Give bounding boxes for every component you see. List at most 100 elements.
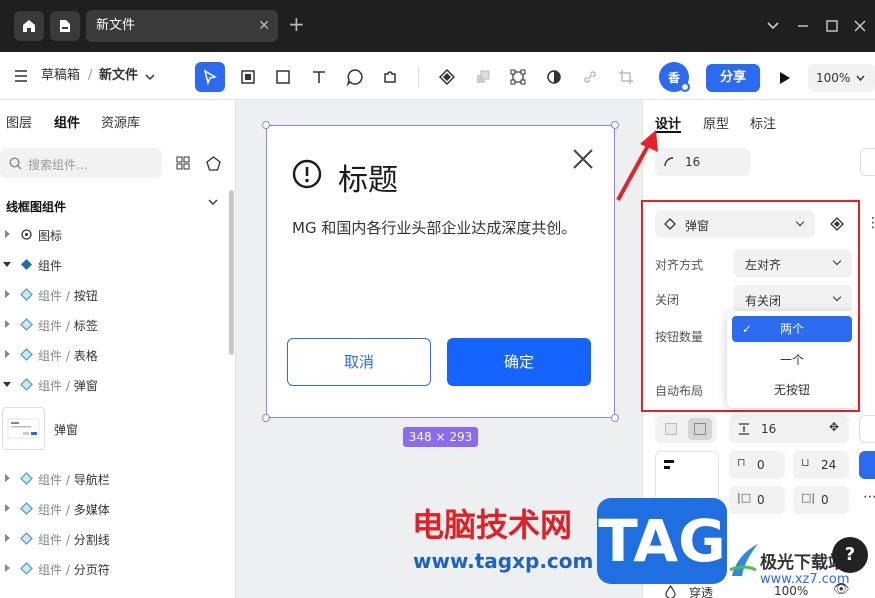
zoom-select[interactable]: 100%	[808, 64, 875, 92]
text-tool[interactable]	[304, 62, 334, 92]
expand-arrow-icon[interactable]	[5, 564, 10, 572]
tree-item-divider[interactable]: 组件 / 分割线	[0, 526, 226, 550]
expand-arrow-icon[interactable]	[5, 534, 10, 542]
new-tab-button[interactable]: +	[288, 12, 305, 36]
tab-components[interactable]: 组件	[54, 112, 80, 131]
expand-arrow-icon[interactable]	[5, 320, 10, 328]
rectangle-tool[interactable]	[268, 62, 298, 92]
home-button[interactable]	[14, 11, 44, 41]
crop-tool[interactable]	[611, 62, 641, 92]
breadcrumb-root[interactable]: 草稿箱	[41, 52, 80, 100]
padding-right-input[interactable]: ⊔ 24	[793, 451, 849, 479]
files-button[interactable]	[50, 11, 80, 41]
file-menu-button[interactable]	[145, 70, 155, 84]
component-icon	[19, 257, 33, 271]
link-tool[interactable]	[575, 62, 605, 92]
layout-direction-toggle[interactable]	[655, 415, 717, 443]
corner-radius-input[interactable]: 16	[655, 148, 750, 176]
tree-item-media[interactable]: 组件 / 多媒体	[0, 496, 226, 520]
close-tab-icon[interactable]: ✕	[258, 10, 270, 42]
grid-view-button[interactable]	[174, 154, 192, 172]
layout-vertical-icon[interactable]	[688, 418, 712, 440]
expand-arrow-icon[interactable]	[5, 504, 10, 512]
tab-annotate[interactable]: 标注	[750, 113, 776, 132]
tree-item-buttons[interactable]: 组件 / 按钮	[0, 282, 226, 306]
mask-tool[interactable]	[539, 62, 569, 92]
library-button[interactable]	[204, 154, 222, 172]
gap-value: 16	[761, 422, 777, 436]
tree-item-icons[interactable]: 图标	[0, 222, 226, 246]
menu-item-none[interactable]: 无按钮	[732, 377, 852, 403]
left-panel-scrollbar[interactable]	[229, 190, 234, 355]
component-tool[interactable]	[432, 62, 462, 92]
maximize-button[interactable]	[822, 14, 842, 38]
popup-ok-button[interactable]: 确定	[447, 338, 591, 386]
tree-item-prefix: 组件 /	[38, 533, 74, 547]
padding-bottom-icon: □|	[801, 491, 816, 504]
expand-arrow-icon[interactable]	[5, 290, 10, 298]
independent-corners-button[interactable]	[860, 148, 875, 176]
padding-bottom-input[interactable]: □| 0	[793, 486, 849, 514]
chevron-down-icon[interactable]	[208, 198, 218, 206]
tree-item-tables[interactable]: 组件 / 表格	[0, 342, 226, 366]
expand-arrow-icon[interactable]	[5, 230, 10, 238]
transform-tool[interactable]	[503, 62, 533, 92]
boolean-icon	[477, 70, 490, 83]
document-tab[interactable]: 新文件 ✕	[86, 10, 278, 42]
corner-radius-value: 16	[685, 155, 701, 169]
files-icon	[60, 20, 70, 32]
resize-handle[interactable]	[611, 414, 619, 422]
close-window-button[interactable]	[850, 14, 870, 38]
tree-item-navbar[interactable]: 组件 / 导航栏	[0, 466, 226, 490]
tab-layers[interactable]: 图层	[6, 112, 32, 131]
play-button[interactable]	[772, 66, 796, 90]
close-icon[interactable]	[572, 148, 594, 170]
padding-top-input[interactable]: ⊓ 0	[729, 451, 785, 479]
tab-prototype[interactable]: 原型	[703, 113, 729, 132]
tree-item-pagebreak[interactable]: 组件 / 分页符	[0, 556, 226, 580]
tree-item-popups[interactable]: 组件 / 弹窗	[0, 372, 226, 396]
gap-input[interactable]: 16 ✥	[729, 415, 849, 443]
spacing-mode-icon[interactable]: ✥	[829, 420, 839, 434]
menu-item-two[interactable]: ✓ 两个	[732, 316, 852, 342]
tab-assets[interactable]: 资源库	[101, 112, 140, 131]
layout-horizontal-icon[interactable]	[665, 423, 677, 435]
chevron-down-icon	[145, 74, 155, 81]
component-thumbnail-row[interactable]: 弹窗	[0, 405, 226, 453]
more-icon[interactable]: ⋯	[863, 489, 875, 505]
collapse-arrow-icon[interactable]	[3, 262, 11, 267]
tree-item-prefix: 组件 /	[38, 319, 74, 333]
help-button[interactable]: ?	[832, 537, 868, 573]
resize-handle[interactable]	[262, 121, 270, 129]
blend-mode-value[interactable]: 穿透	[689, 584, 713, 598]
tree-item-components[interactable]: 组件	[0, 252, 226, 276]
component-search-input[interactable]: 搜索组件...	[0, 148, 162, 178]
component-icon	[19, 287, 33, 301]
collapse-arrow-icon[interactable]	[3, 382, 11, 387]
menu-item-one[interactable]: 一个	[732, 347, 852, 373]
plugin-tool[interactable]	[375, 62, 405, 92]
comment-tool[interactable]	[340, 62, 370, 92]
tree-item-tags[interactable]: 组件 / 标签	[0, 312, 226, 336]
size-badge: 348 × 293	[403, 427, 478, 447]
padding-independent-button[interactable]	[859, 451, 875, 479]
padding-left-input[interactable]: |□ 0	[729, 486, 785, 514]
contrast-icon	[547, 70, 561, 84]
expand-arrow-icon[interactable]	[5, 350, 10, 358]
expand-arrow-icon[interactable]	[5, 474, 10, 482]
resize-handle[interactable]	[262, 414, 270, 422]
padding-top-value: 0	[757, 458, 765, 472]
boolean-tool[interactable]	[468, 62, 498, 92]
menu-button[interactable]	[14, 69, 28, 86]
minimize-button[interactable]	[793, 14, 813, 38]
popup-cancel-button[interactable]: 取消	[287, 338, 431, 386]
select-tool[interactable]	[195, 62, 225, 92]
search-placeholder: 搜索组件...	[28, 158, 88, 172]
more-icon[interactable]: ⋮	[866, 215, 875, 231]
breadcrumb-file[interactable]: 新文件	[99, 52, 138, 100]
padding-mode-button[interactable]	[859, 415, 875, 443]
share-button[interactable]: 分享	[706, 64, 760, 92]
component-icon	[19, 317, 33, 331]
frame-tool[interactable]	[233, 62, 263, 92]
dropdown-button[interactable]	[763, 14, 783, 38]
